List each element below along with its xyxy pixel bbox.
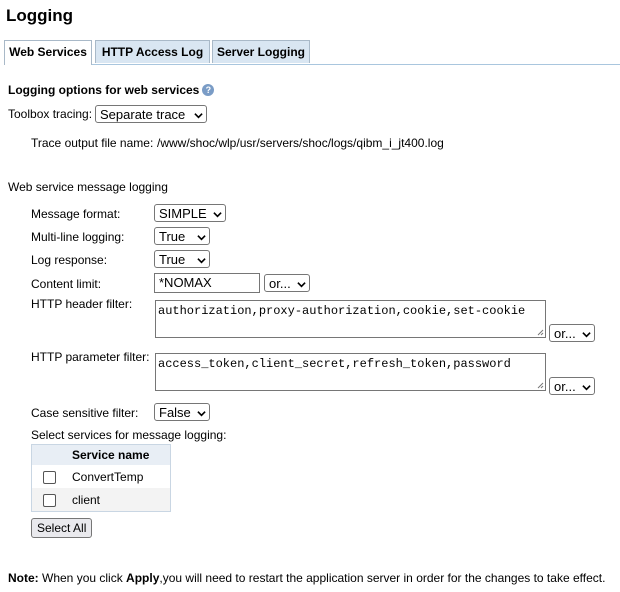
chevron-down-icon bbox=[582, 383, 591, 392]
tab-web-services[interactable]: Web Services bbox=[4, 40, 92, 65]
checkbox-column-header bbox=[31, 444, 66, 465]
message-format-label: Message format: bbox=[31, 207, 121, 221]
services-label: Select services for message logging: bbox=[31, 428, 227, 442]
toolbox-tracing-label: Toolbox tracing: bbox=[8, 107, 93, 121]
multiline-logging-select[interactable]: True bbox=[154, 227, 210, 245]
chevron-down-icon bbox=[197, 409, 206, 418]
services-table: Service name ConvertTemp client bbox=[31, 444, 171, 512]
multiline-logging-label: Multi-line logging: bbox=[31, 230, 125, 244]
row-checkbox-cell bbox=[32, 465, 67, 488]
http-parameter-or-select[interactable]: or... bbox=[549, 377, 595, 395]
http-header-filter-value: authorization,proxy-authorization,cookie… bbox=[158, 304, 526, 318]
chevron-down-icon bbox=[213, 210, 222, 219]
tab-bar: Web Services HTTP Access Log Server Logg… bbox=[4, 40, 620, 65]
content-limit-label: Content limit: bbox=[31, 277, 102, 291]
help-icon[interactable]: ? bbox=[202, 84, 215, 96]
http-header-filter-textarea[interactable]: authorization,proxy-authorization,cookie… bbox=[155, 300, 546, 338]
tab-http-access-log[interactable]: HTTP Access Log bbox=[95, 40, 210, 63]
trace-output-value: /www/shoc/wlp/usr/servers/shoc/logs/qibm… bbox=[157, 136, 444, 150]
multiline-logging-value: True bbox=[159, 229, 186, 244]
http-header-or-value: or... bbox=[554, 326, 576, 341]
tab-server-logging[interactable]: Server Logging bbox=[212, 40, 310, 63]
note-post: ,you will need to restart the applicatio… bbox=[159, 571, 606, 585]
log-response-select[interactable]: True bbox=[154, 250, 210, 268]
page-title: Logging bbox=[6, 6, 74, 25]
note-apply: Apply bbox=[126, 571, 160, 585]
note-text: Note: When you click Apply,you will need… bbox=[8, 571, 605, 585]
chevron-down-icon bbox=[194, 111, 203, 120]
select-all-button[interactable]: Select All bbox=[31, 518, 93, 538]
service-checkbox[interactable] bbox=[42, 470, 56, 484]
service-name-cell: client bbox=[66, 488, 171, 512]
http-header-filter-label: HTTP header filter: bbox=[31, 297, 133, 311]
content-limit-or-select[interactable]: or... bbox=[264, 274, 310, 292]
resize-grip-icon[interactable] bbox=[537, 382, 544, 389]
http-parameter-or-value: or... bbox=[554, 379, 576, 394]
chevron-down-icon bbox=[582, 330, 591, 339]
chevron-down-icon bbox=[197, 233, 206, 242]
note-pre: When you click bbox=[38, 571, 127, 585]
service-name-header: Service name bbox=[66, 444, 171, 465]
note-label: Note: bbox=[8, 571, 39, 585]
message-format-value: SIMPLE bbox=[159, 206, 207, 221]
case-sensitive-value: False bbox=[159, 405, 191, 420]
table-header-row: Service name bbox=[31, 444, 171, 465]
logging-options-heading: Logging options for web services? bbox=[8, 83, 215, 97]
log-response-label: Log response: bbox=[31, 253, 108, 267]
http-parameter-filter-label: HTTP parameter filter: bbox=[31, 350, 150, 364]
http-parameter-filter-textarea[interactable]: access_token,client_secret,refresh_token… bbox=[155, 353, 546, 391]
table-row: client bbox=[31, 488, 171, 512]
chevron-down-icon bbox=[197, 256, 206, 265]
trace-output-label: Trace output file name: bbox=[31, 136, 154, 150]
case-sensitive-select[interactable]: False bbox=[154, 403, 210, 421]
message-logging-heading: Web service message logging bbox=[8, 180, 168, 194]
http-parameter-filter-value: access_token,client_secret,refresh_token… bbox=[158, 357, 511, 371]
message-format-select[interactable]: SIMPLE bbox=[154, 204, 226, 222]
chevron-down-icon bbox=[297, 280, 306, 289]
content-limit-input[interactable]: *NOMAX bbox=[154, 273, 260, 293]
log-response-value: True bbox=[159, 252, 186, 267]
toolbox-tracing-select[interactable]: Separate trace bbox=[95, 105, 207, 123]
case-sensitive-label: Case sensitive filter: bbox=[31, 406, 139, 420]
row-checkbox-cell bbox=[31, 488, 66, 512]
http-header-or-select[interactable]: or... bbox=[549, 324, 595, 342]
resize-grip-icon[interactable] bbox=[537, 329, 544, 336]
service-checkbox[interactable] bbox=[42, 493, 56, 507]
toolbox-tracing-value: Separate trace bbox=[100, 107, 186, 122]
table-row: ConvertTemp bbox=[32, 465, 171, 488]
service-name-cell: ConvertTemp bbox=[72, 469, 144, 484]
logging-options-title: Logging options for web services bbox=[8, 83, 200, 97]
content-limit-or-value: or... bbox=[269, 276, 291, 291]
